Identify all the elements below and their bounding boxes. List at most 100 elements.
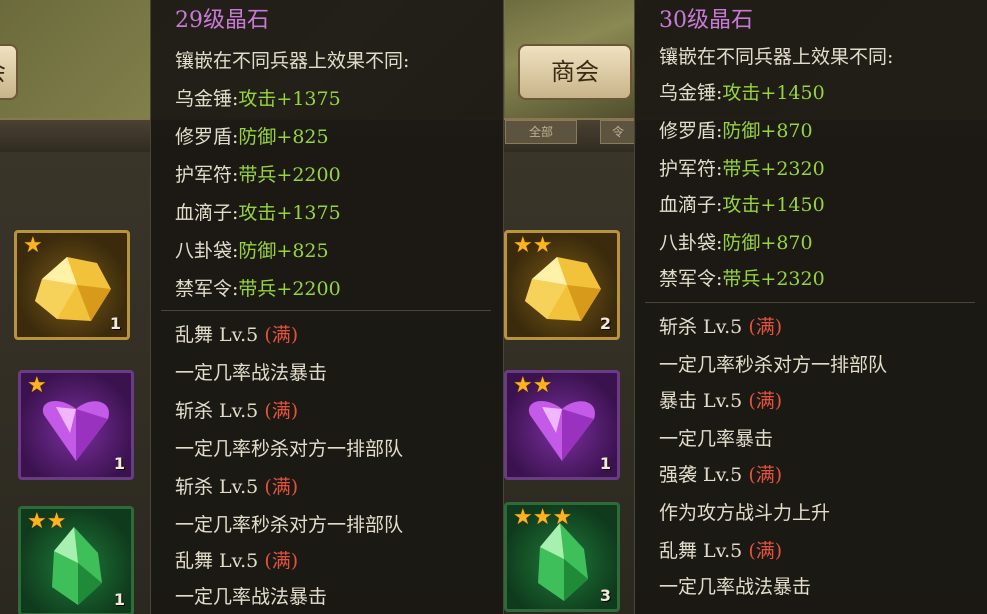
skill-description: 一定几率战法暴击 [659,576,812,598]
gold-crystal-icon [525,257,601,322]
effect-value: 攻击+1375 [238,202,341,224]
skill-max-badge: (满) [264,400,299,422]
skill-description: 一定几率秒杀对方一排部队 [175,438,404,460]
effect-item: 修罗盾: [659,120,723,142]
subtab-all[interactable]: 全部 [505,120,577,144]
skill-row: 斩杀 Lv.5 (满) [175,396,298,423]
effect-row: 禁军令:带兵+2200 [175,274,341,301]
inventory-slot-green-crystal-2[interactable]: ★★★ 3 [504,502,620,612]
star-rating: ★★★ [513,507,572,529]
tooltip-title: 30级晶石 [659,8,753,33]
skill-name: 暴击 Lv.5 [659,390,743,412]
crystal-tooltip-level-30: 30级晶石 镶嵌在不同兵器上效果不同: 乌金锤:攻击+1450 修罗盾:防御+8… [634,0,987,614]
skill-row: 乱舞 Lv.5 (满) [175,320,298,347]
inventory-slot-purple-crystal-2[interactable]: ★★ 1 [504,370,620,480]
effect-row: 八卦袋:防御+825 [175,236,329,263]
gold-crystal-icon [35,257,111,322]
skill-row: 斩杀 Lv.5 (满) [659,312,782,339]
tab-button-left[interactable]: 会 [0,44,18,100]
effect-value: 带兵+2320 [722,268,825,290]
skill-max-badge: (满) [748,540,783,562]
green-crystal-icon [538,523,588,602]
effect-value: 防御+825 [238,126,329,148]
star-icon: ★★ [513,233,553,258]
item-count: 2 [599,314,611,333]
effect-value: 带兵+2200 [238,164,341,186]
effect-item: 禁军令: [659,268,723,290]
star-rating: ★★ [27,511,66,533]
item-count: 1 [599,454,611,473]
effect-row: 血滴子:攻击+1450 [659,190,825,217]
purple-crystal-icon [528,401,596,462]
effect-item: 乌金锤: [659,82,723,104]
game-scene: 会 商会 全部 令 ★ 1 ★ 1 ★★ 1 [0,0,987,614]
skill-name: 斩杀 Lv.5 [175,400,259,422]
effect-row: 护军符:带兵+2320 [659,154,825,181]
skill-name: 乱舞 Lv.5 [659,540,743,562]
effect-value: 攻击+1450 [722,194,825,216]
skill-max-badge: (满) [264,476,299,498]
effect-item: 八卦袋: [175,240,239,262]
item-count: 1 [109,314,121,333]
star-icon: ★ [23,233,43,258]
inventory-slot-purple-crystal[interactable]: ★ 1 [18,370,134,480]
skill-max-badge: (满) [264,550,299,572]
subtab-order[interactable]: 令 [600,120,636,144]
effect-row: 八卦袋:防御+870 [659,228,813,255]
star-rating: ★★ [513,235,552,257]
effect-item: 护军符: [659,158,723,180]
effect-row: 乌金锤:攻击+1450 [659,78,825,105]
inventory-slot-gold-crystal-2[interactable]: ★★ 2 [504,230,620,340]
effect-value: 防御+825 [238,240,329,262]
skill-max-badge: (满) [748,390,783,412]
effect-item: 乌金锤: [175,88,239,110]
divider [645,302,975,303]
effect-item: 血滴子: [659,194,723,216]
tooltip-intro: 镶嵌在不同兵器上效果不同: [659,46,894,68]
skill-name: 强袭 Lv.5 [659,464,743,486]
star-rating: ★ [23,235,43,257]
effect-row: 血滴子:攻击+1375 [175,198,341,225]
effect-item: 八卦袋: [659,232,723,254]
star-icon: ★★ [27,509,67,534]
effect-value: 防御+870 [722,232,813,254]
effect-row: 乌金锤:攻击+1375 [175,84,341,111]
effect-item: 修罗盾: [175,126,239,148]
star-icon: ★ [27,373,47,398]
effect-item: 禁军令: [175,278,239,300]
skill-row: 斩杀 Lv.5 (满) [175,472,298,499]
star-rating: ★★ [513,375,552,397]
skill-row: 乱舞 Lv.5 (满) [175,546,298,573]
inventory-slot-green-crystal[interactable]: ★★ 1 [18,506,134,614]
skill-description: 一定几率暴击 [659,428,774,450]
skill-name: 乱舞 Lv.5 [175,324,259,346]
crystal-tooltip-level-29: 29级晶石 镶嵌在不同兵器上效果不同: 乌金锤:攻击+1375 修罗盾:防御+8… [150,0,504,614]
divider [161,310,491,311]
effect-item: 血滴子: [175,202,239,224]
skill-description: 一定几率战法暴击 [175,362,328,384]
effect-value: 攻击+1450 [722,82,825,104]
skill-max-badge: (满) [748,316,783,338]
tooltip-intro: 镶嵌在不同兵器上效果不同: [175,50,410,72]
star-rating: ★ [27,375,47,397]
skill-description: 一定几率战法暴击 [175,586,328,608]
effect-value: 防御+870 [722,120,813,142]
effect-row: 护军符:带兵+2200 [175,160,341,187]
skill-description: 一定几率秒杀对方一排部队 [175,514,404,536]
purple-crystal-icon [42,401,110,462]
star-icon: ★★ [513,373,553,398]
tab-button-commerce[interactable]: 商会 [518,44,632,100]
star-icon: ★★★ [513,505,573,530]
inventory-slot-gold-crystal[interactable]: ★ 1 [14,230,130,340]
green-crystal-icon [52,527,102,606]
skill-max-badge: (满) [748,464,783,486]
effect-row: 禁军令:带兵+2320 [659,264,825,291]
skill-max-badge: (满) [264,324,299,346]
item-count: 3 [599,586,611,605]
skill-row: 乱舞 Lv.5 (满) [659,536,782,563]
effect-value: 带兵+2320 [722,158,825,180]
skill-name: 斩杀 Lv.5 [175,476,259,498]
effect-row: 修罗盾:防御+870 [659,116,813,143]
tooltip-title: 29级晶石 [175,8,269,33]
skill-row: 暴击 Lv.5 (满) [659,386,782,413]
